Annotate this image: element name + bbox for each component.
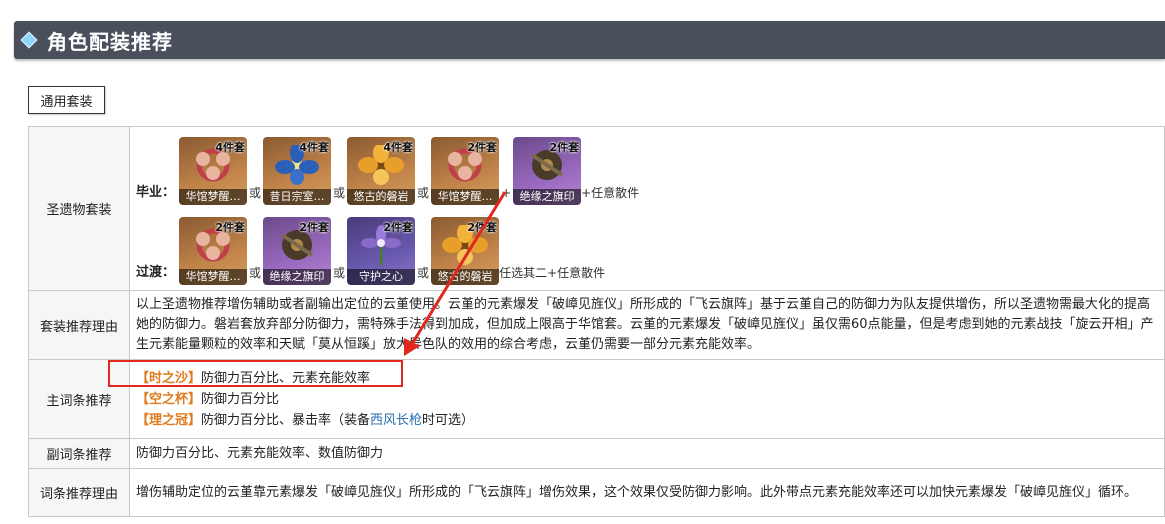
row-label-sub-stats: 副词条推荐	[28, 438, 130, 469]
separator-text: 或	[333, 185, 346, 200]
artifact-card[interactable]: 2件套悠古的磐岩	[431, 216, 500, 285]
artifact-card[interactable]: 2件套华馆梦醒…	[431, 136, 500, 205]
artifact-card[interactable]: 4件套华馆梦醒…	[179, 136, 248, 205]
main-stats-cell: 【时之沙】防御力百分比、元素充能效率 【空之杯】防御力百分比 【理之冠】防御力百…	[129, 359, 1165, 439]
artifact-card[interactable]: 2件套华馆梦醒…	[179, 216, 248, 285]
table-row-main-stats: 主词条推荐 【时之沙】防御力百分比、元素充能效率 【空之杯】防御力百分比 【理之…	[28, 359, 1165, 439]
artifact-name: 绝缘之旗印	[263, 268, 332, 285]
sub-reason-text: 增伤辅助定位的云堇靠元素爆发「破嶂见旌仪」所形成的「飞云旗阵」增伤效果，这个效果…	[129, 468, 1165, 517]
separator-text: 或	[249, 265, 262, 280]
best-artifact-list: 4件套 华馆梦醒… 或 4件套 昔日宗室… 或 4件套 悠古的磐岩或 2件套 华馆梦醒… +2件套绝…	[179, 136, 582, 205]
row-label-sub-reason: 词条推荐理由	[28, 468, 130, 517]
weapon-link[interactable]: 西风长枪	[370, 413, 422, 428]
best-artifact-row: 毕业： 4件套 华馆梦醒… 或 4件套 昔日宗室… 或 4件套 悠古的磐岩或 2件套 华馆梦醒… +…	[136, 133, 1158, 205]
build-table: 圣遗物套装 毕业： 4件套 华馆梦醒… 或 4件套 昔日宗室… 或 4件套 悠古的磐岩或 2件套…	[28, 126, 1165, 517]
slot-goblet: 【空之杯】	[136, 391, 202, 407]
piece-count-badge: 2件套	[299, 220, 330, 234]
section-header: 角色配装推荐	[14, 21, 1165, 59]
artifact-name: 华馆梦醒…	[179, 188, 248, 205]
piece-count-badge: 2件套	[383, 220, 414, 234]
table-row-sub-stats: 副词条推荐 防御力百分比、元素充能效率、数值防御力	[28, 438, 1165, 469]
circlet-value: 防御力百分比、暴击率（装备	[201, 412, 371, 428]
piece-count-badge: 4件套	[299, 140, 330, 154]
separator-text: 或	[417, 185, 430, 200]
piece-count-badge: 2件套	[549, 140, 580, 154]
main-stat-goblet: 【空之杯】防御力百分比	[136, 389, 1158, 410]
artifact-name: 绝缘之旗印	[513, 188, 582, 205]
table-row-set-reason: 套装推荐理由 以上圣遗物推荐增伤辅助或者副输出定位的云堇使用。云堇的元素爆发「破…	[28, 290, 1165, 360]
row-label-main-stats: 主词条推荐	[28, 359, 130, 439]
artifact-name: 华馆梦醒…	[179, 268, 248, 285]
artifact-card[interactable]: 2件套绝缘之旗印	[513, 136, 582, 205]
piece-count-badge: 2件套	[467, 140, 498, 154]
artifact-card[interactable]: 4件套昔日宗室…	[263, 136, 332, 205]
piece-count-badge: 4件套	[215, 140, 246, 154]
table-row-sub-reason: 词条推荐理由 增伤辅助定位的云堇靠元素爆发「破嶂见旌仪」所形成的「飞云旗阵」增伤…	[28, 468, 1165, 517]
diamond-icon	[20, 31, 38, 49]
separator-text: 或	[249, 185, 262, 200]
artifact-card[interactable]: 2件套绝缘之旗印	[263, 216, 332, 285]
artifact-name: 悠古的磐岩	[431, 268, 500, 285]
row-label-artifacts: 圣遗物套装	[28, 126, 130, 291]
transition-tail-text: 任选其二+任意散件	[499, 265, 606, 280]
main-stat-sands: 【时之沙】防御力百分比、元素充能效率	[136, 368, 1158, 389]
separator-text: 或	[417, 265, 430, 280]
transition-artifact-row: 过渡： 2件套 华馆梦醒… 或 2件套 绝缘之旗印或 2件套 守护之心或 2件套 悠古的磐岩 任…	[136, 213, 1158, 285]
best-tail-text: +任意散件	[581, 185, 640, 200]
artifact-card[interactable]: 4件套悠古的磐岩	[347, 136, 416, 205]
circlet-after: 时可选）	[422, 412, 475, 428]
artifact-card[interactable]: 2件套守护之心	[347, 216, 416, 285]
artifact-name: 悠古的磐岩	[347, 188, 416, 205]
piece-count-badge: 4件套	[383, 140, 414, 154]
tier-label-transition: 过渡：	[136, 264, 176, 280]
piece-count-badge: 2件套	[467, 220, 498, 234]
sands-value: 防御力百分比、元素充能效率	[201, 370, 371, 386]
set-reason-text: 以上圣遗物推荐增伤辅助或者副输出定位的云堇使用。云堇的元素爆发「破嶂见旌仪」所形…	[129, 290, 1165, 360]
artifact-name: 昔日宗室…	[263, 188, 332, 205]
piece-count-badge: 2件套	[215, 220, 246, 234]
artifacts-cell: 毕业： 4件套 华馆梦醒… 或 4件套 昔日宗室… 或 4件套 悠古的磐岩或 2件套 华馆梦醒… +…	[129, 126, 1165, 291]
section-title: 角色配装推荐	[47, 29, 173, 54]
row-label-set-reason: 套装推荐理由	[28, 290, 130, 360]
goblet-value: 防御力百分比	[201, 391, 280, 407]
sub-stats-text: 防御力百分比、元素充能效率、数值防御力	[129, 438, 1165, 469]
artifact-name: 华馆梦醒…	[431, 188, 500, 205]
separator-text: +	[501, 185, 512, 200]
slot-sands: 【时之沙】	[136, 370, 202, 386]
table-row-artifacts: 圣遗物套装 毕业： 4件套 华馆梦醒… 或 4件套 昔日宗室… 或 4件套 悠古的磐岩或 2件套…	[28, 126, 1165, 291]
tab-general-set[interactable]: 通用套装	[28, 86, 105, 114]
tier-label-best: 毕业：	[136, 184, 176, 200]
main-stat-circlet: 【理之冠】防御力百分比、暴击率（装备西风长枪时可选）	[136, 410, 1158, 431]
artifact-name: 守护之心	[347, 268, 416, 285]
slot-circlet: 【理之冠】	[136, 412, 202, 428]
separator-text: 或	[333, 265, 346, 280]
transition-artifact-list: 2件套 华馆梦醒… 或 2件套 绝缘之旗印或 2件套 守护之心或 2件套 悠古的磐岩	[179, 216, 500, 285]
